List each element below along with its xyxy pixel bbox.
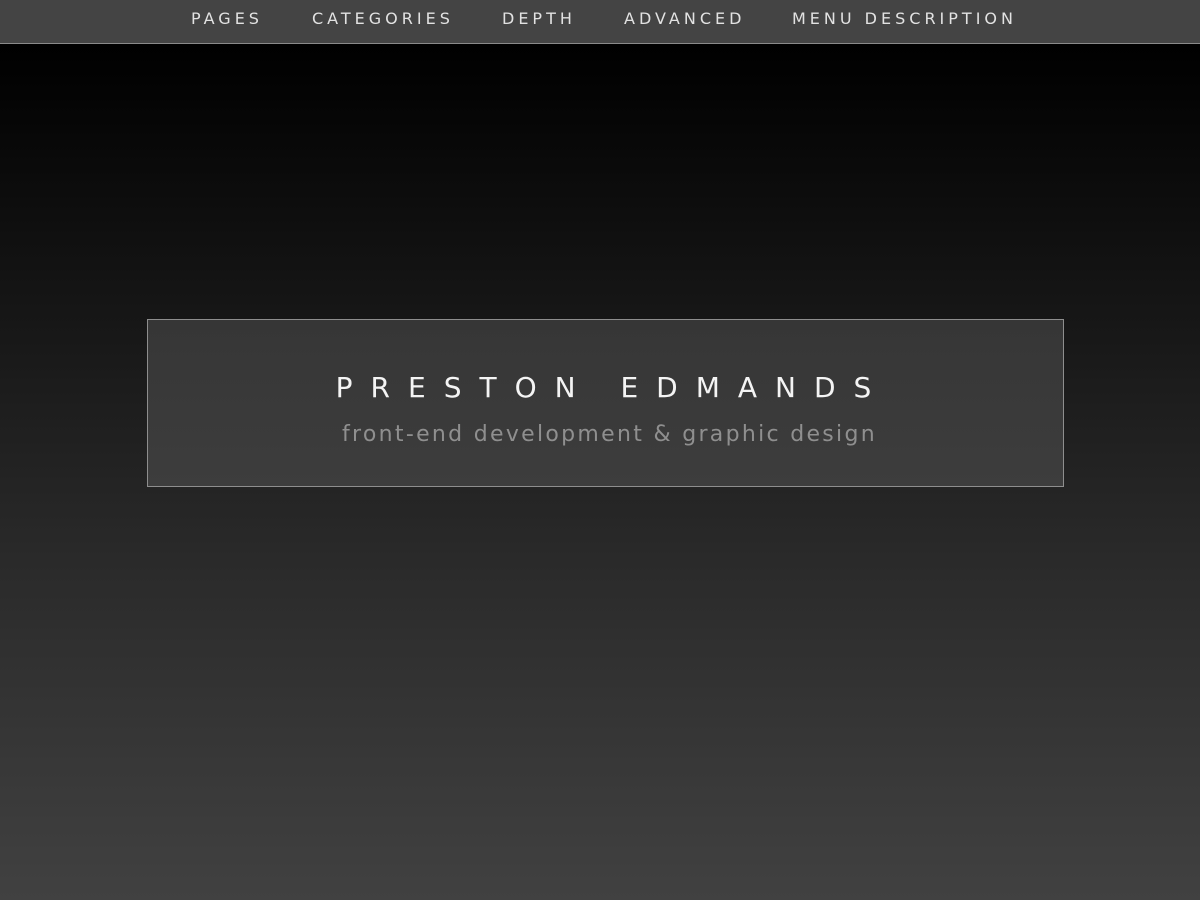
nav-item-pages[interactable]: PAGES xyxy=(191,0,263,38)
nav-item-advanced[interactable]: ADVANCED xyxy=(624,0,745,38)
site-tagline: front-end development & graphic design xyxy=(342,422,877,447)
nav-item-categories[interactable]: CATEGORIES xyxy=(312,0,454,38)
nav-item-menu-description[interactable]: MENU DESCRIPTION xyxy=(792,0,1017,38)
nav-item-depth[interactable]: DEPTH xyxy=(502,0,576,38)
site-title: PRESTON EDMANDS xyxy=(335,370,890,404)
hero-banner: PRESTON EDMANDS front-end development & … xyxy=(147,319,1064,487)
top-navigation: PAGES CATEGORIES DEPTH ADVANCED MENU DES… xyxy=(0,0,1200,44)
